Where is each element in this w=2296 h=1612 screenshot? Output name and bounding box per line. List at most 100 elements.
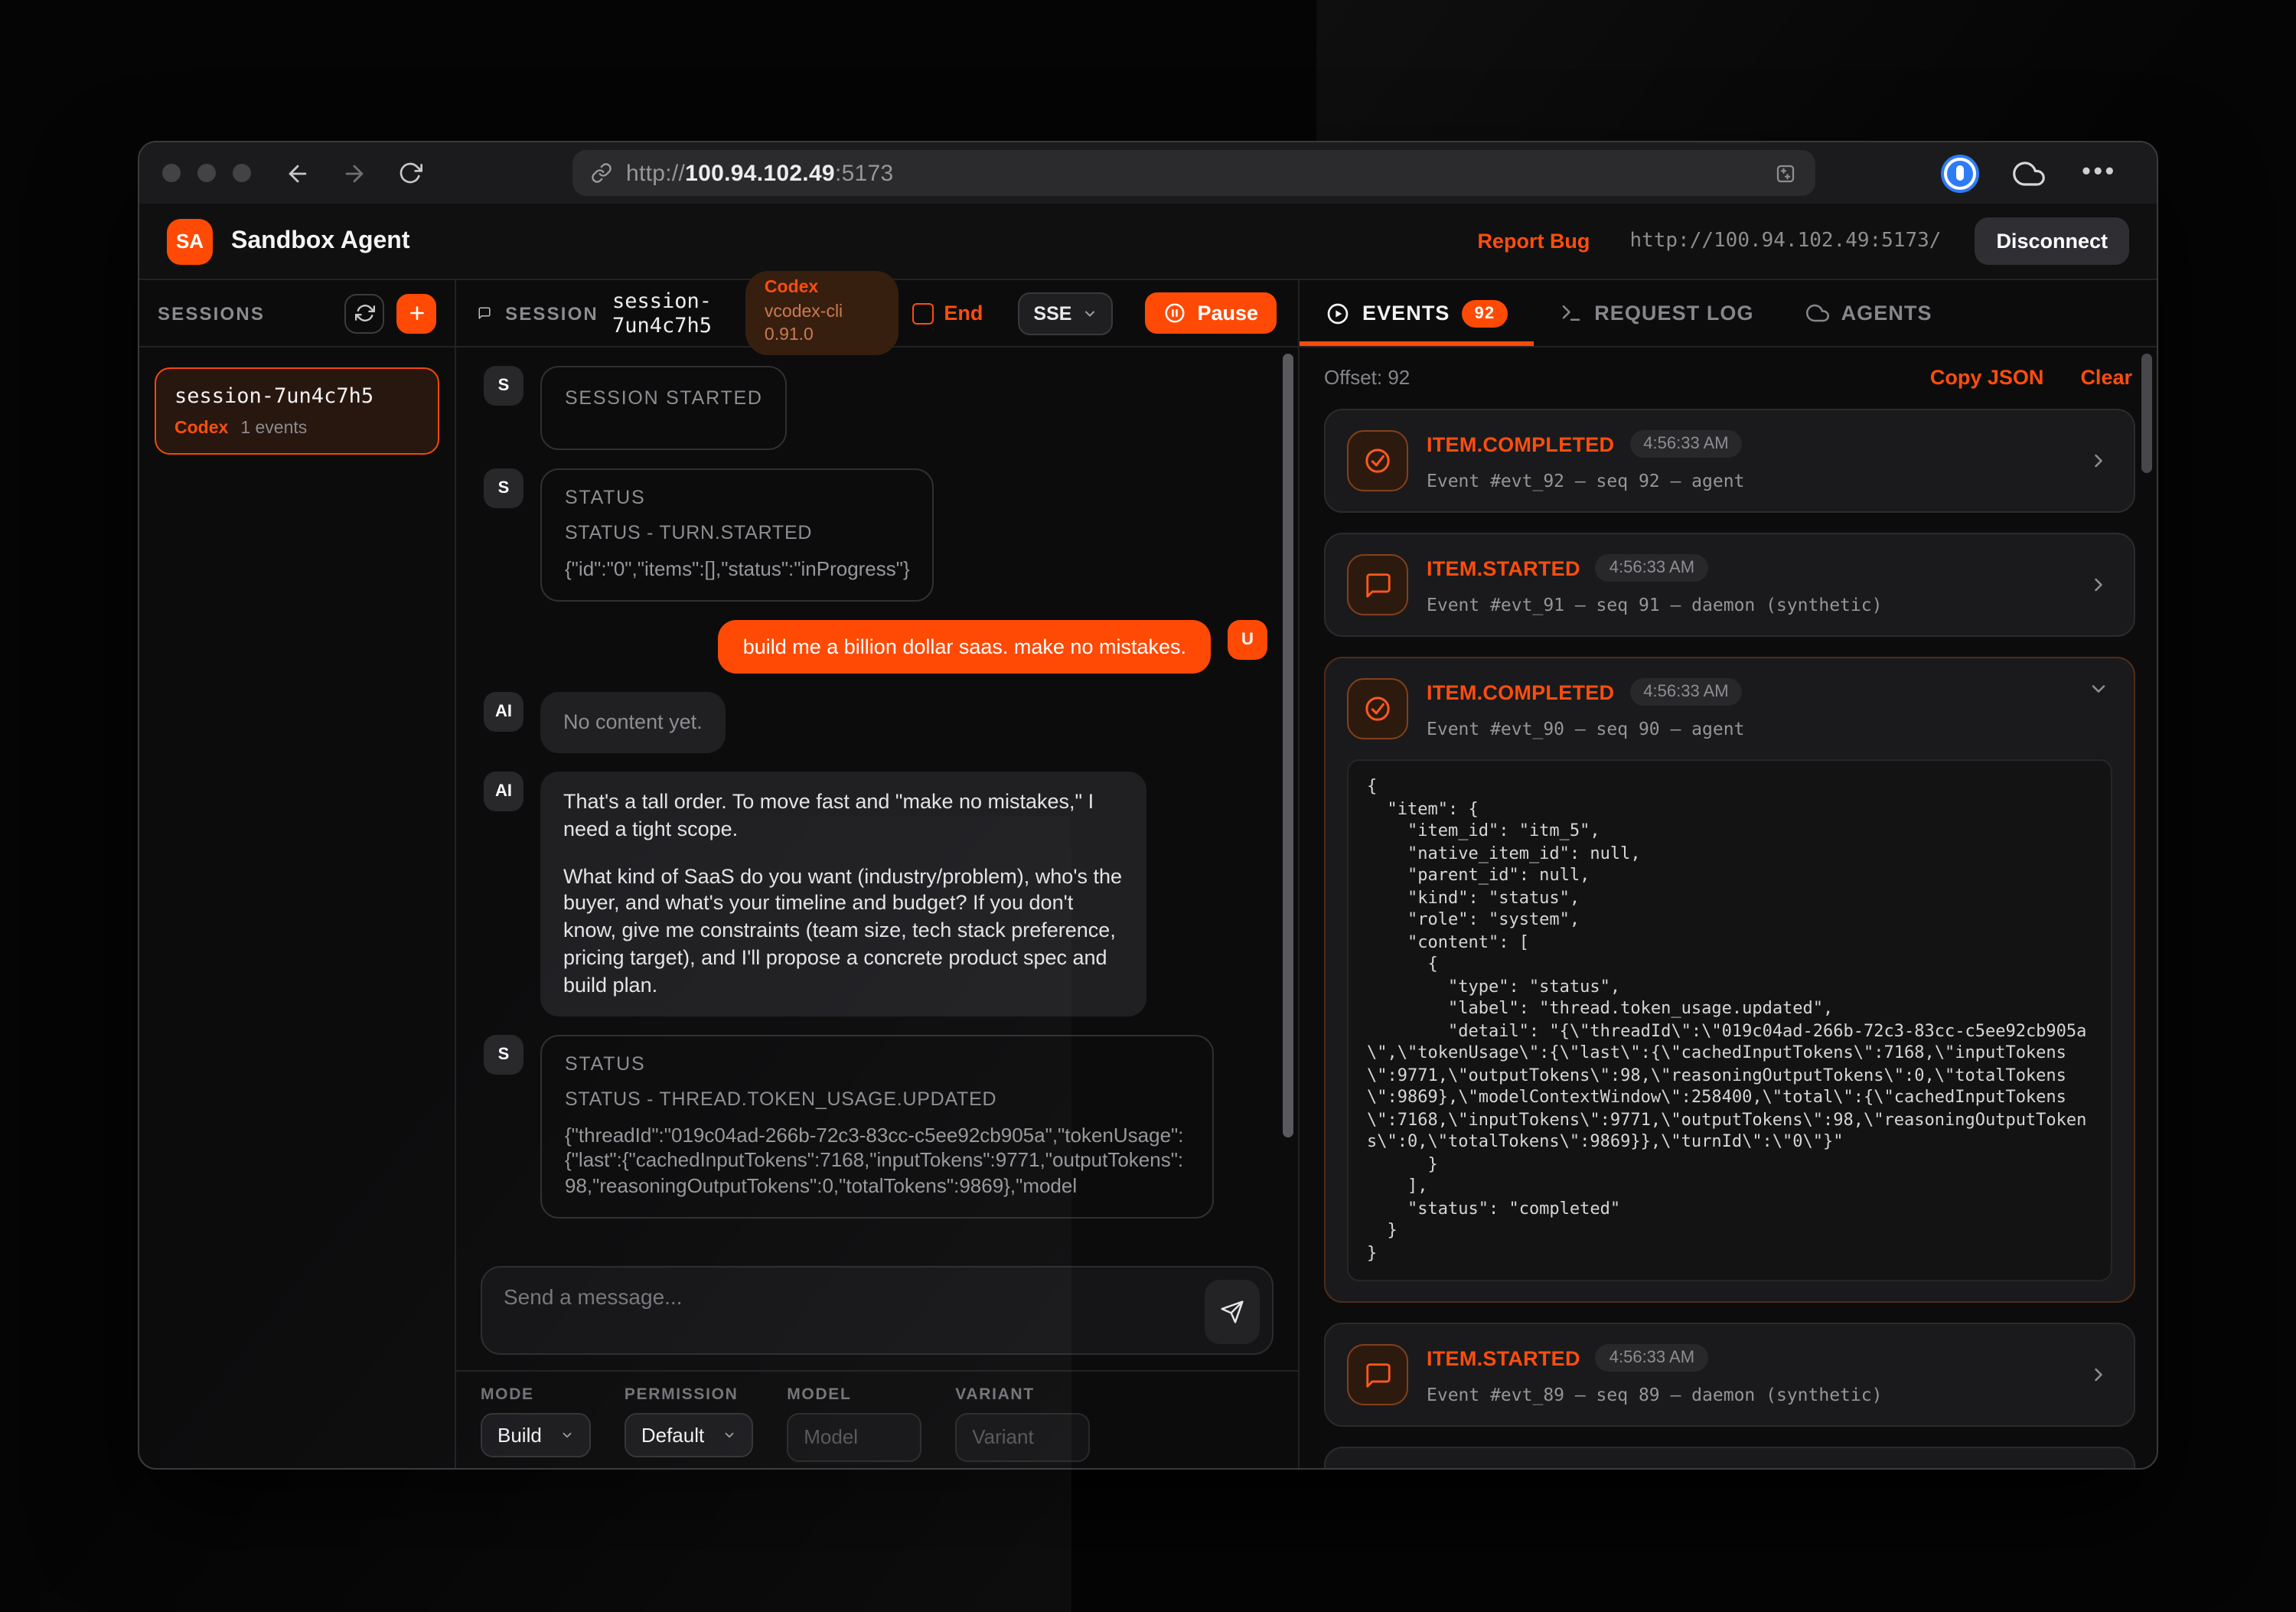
clear-button[interactable]: Clear [2080,365,2132,388]
session-list-item[interactable]: session-7un4c7h5 Codex 1 events [155,367,439,455]
play-circle-icon [1326,301,1350,325]
chevron-right-icon [2088,450,2109,472]
event-time: 4:56:33 AM [1596,554,1708,582]
session-id: session-7un4c7h5 [174,384,419,409]
report-bug-link[interactable]: Report Bug [1477,230,1590,253]
send-icon [1220,1300,1244,1324]
session-event-count: 1 events [240,419,307,438]
back-icon[interactable] [285,160,311,186]
window-controls[interactable] [162,164,251,182]
user-message: build me a billion dollar saas. make no … [484,620,1267,674]
check-circle-icon [1347,678,1408,739]
transport-select[interactable]: SSE [1018,292,1113,334]
pause-button[interactable]: Pause [1145,292,1277,334]
tab-events[interactable]: EVENTS 92 [1300,280,1533,346]
event-subtitle: Event #evt_90 — seq 90 — agent [1427,718,2069,739]
mode-select[interactable]: Build [481,1413,591,1457]
event-time: 4:56:33 AM [1596,1345,1708,1372]
app-logo: SA [167,218,213,264]
server-url: http://100.94.102.49:5173/ [1629,230,1941,253]
sessions-sidebar: SESSIONS session-7un4c7h5 Codex 1 events [139,280,456,1468]
events-panel: EVENTS 92 REQUEST LOG AGENTS Offset: 92 … [1300,280,2157,1468]
assistant-message: AI That's a tall order. To move fast and… [484,772,1267,1016]
system-message: S SESSION STARTED [484,366,1267,450]
message-square-icon [1347,554,1408,615]
end-label: End [944,302,983,325]
desktop-background: http://100.94.102.49:5173 ••• SA Sandbox… [0,0,2296,1612]
url-text: http://100.94.102.49:5173 [626,160,894,186]
refresh-icon [354,303,374,323]
events-scrollbar[interactable] [2141,354,2152,473]
pause-circle-icon [1163,302,1186,325]
browser-window: http://100.94.102.49:5173 ••• SA Sandbox… [138,141,2158,1470]
end-checkbox[interactable] [912,302,933,324]
session-agent: Codex [174,419,228,438]
event-card[interactable]: ITEM.COMPLETED4:56:33 AM Event #evt_92 —… [1324,409,2135,513]
event-card[interactable]: ITEM.COMPLETED4:56:33 AM Event #evt_88 —… [1324,1447,2135,1468]
new-session-button[interactable] [396,293,436,333]
session-label: SESSION [505,302,598,324]
terminal-icon [1559,302,1582,325]
sessions-title: SESSIONS [158,302,265,324]
event-card[interactable]: ITEM.STARTED4:56:33 AM Event #evt_91 — s… [1324,533,2135,637]
tab-agents[interactable]: AGENTS [1780,280,1958,346]
cloud-icon[interactable] [2013,157,2045,189]
chevron-right-icon [2088,1365,2109,1386]
event-json-payload: { "item": { "item_id": "itm_5", "native_… [1347,759,2112,1282]
message-square-icon [1347,1345,1408,1406]
events-toolbar: Offset: 92 Copy JSON Clear [1300,348,2157,406]
session-header-id: session-7un4c7h5 [612,289,732,338]
chevron-down-icon [560,1428,574,1442]
agent-version-badge: Codex vcodex-cli 0.91.0 [746,271,898,354]
message-list[interactable]: S SESSION STARTED S STATUS STATUS - TURN… [456,348,1298,1251]
window-close-button[interactable] [162,164,181,182]
copy-json-button[interactable]: Copy JSON [1930,365,2044,388]
url-bar[interactable]: http://100.94.102.49:5173 [572,150,1815,196]
events-count-badge: 92 [1463,299,1508,327]
send-button[interactable] [1205,1280,1260,1344]
variant-label: VARIANT [955,1385,1090,1404]
refresh-sessions-button[interactable] [344,293,384,333]
reload-icon[interactable] [398,161,422,185]
window-minimize-button[interactable] [197,164,216,182]
system-avatar: S [484,1034,523,1074]
event-subtitle: Event #evt_89 — seq 89 — daemon (synthet… [1427,1385,2069,1406]
chat-scrollbar[interactable] [1283,354,1293,1137]
browser-menu-icon[interactable]: ••• [2082,159,2117,187]
system-message: S STATUS STATUS - TURN.STARTED {"id":"0"… [484,468,1267,602]
offset-label: Offset: 92 [1324,365,1410,388]
user-avatar: U [1228,620,1267,660]
event-time: 4:56:33 AM [1629,678,1742,706]
chevron-down-icon [2088,678,2109,700]
chevron-right-icon [2088,574,2109,596]
assistant-message: AI No content yet. [484,692,1267,753]
reader-mode-icon[interactable] [1774,162,1797,184]
event-card[interactable]: ITEM.STARTED4:56:33 AM Event #evt_89 — s… [1324,1323,2135,1428]
user-message-bubble: build me a billion dollar saas. make no … [719,620,1211,674]
link-icon [591,162,612,184]
disconnect-button[interactable]: Disconnect [1975,217,2129,265]
system-avatar: S [484,468,523,508]
agents-cloud-icon [1806,302,1829,325]
chevron-down-icon [1082,305,1097,321]
check-circle-icon [1347,430,1408,491]
composer [456,1251,1298,1370]
forward-icon[interactable] [341,160,367,186]
chevron-down-icon [722,1428,736,1442]
message-input[interactable] [482,1268,1272,1353]
tab-request-log[interactable]: REQUEST LOG [1533,280,1779,346]
system-avatar: S [484,366,523,406]
mode-label: MODE [481,1385,591,1404]
permission-select[interactable]: Default [625,1413,753,1457]
event-time: 4:56:33 AM [1629,430,1742,458]
password-manager-icon[interactable] [1944,157,1976,189]
permission-label: PERMISSION [625,1385,753,1404]
event-subtitle: Event #evt_91 — seq 91 — daemon (synthet… [1427,594,2069,615]
system-message: S STATUS STATUS - THREAD.TOKEN_USAGE.UPD… [484,1034,1267,1219]
event-card-expanded[interactable]: ITEM.COMPLETED4:56:33 AM Event #evt_90 —… [1324,657,2135,1304]
model-input[interactable] [804,1425,905,1448]
model-label: MODEL [787,1385,921,1404]
event-list[interactable]: ITEM.COMPLETED4:56:33 AM Event #evt_92 —… [1300,406,2157,1468]
window-zoom-button[interactable] [233,164,251,182]
variant-input[interactable] [972,1425,1073,1448]
